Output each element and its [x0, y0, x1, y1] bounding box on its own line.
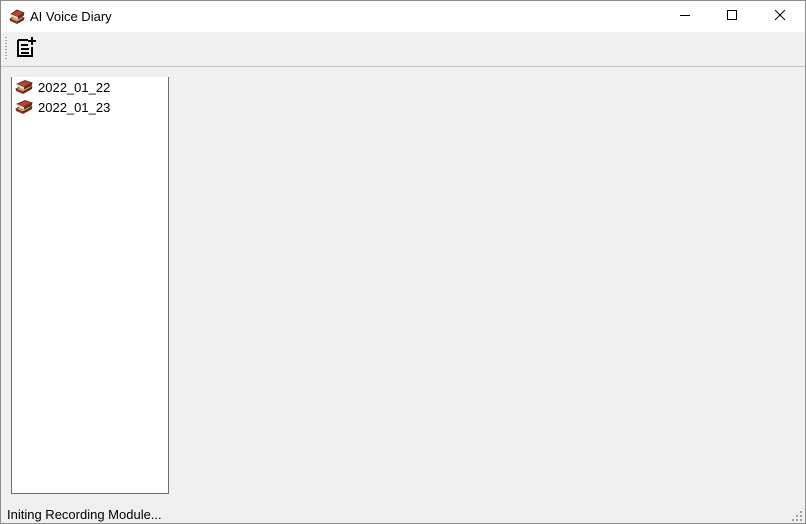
book-icon: [15, 79, 34, 96]
diary-list[interactable]: 2022_01_22 2022_01_23: [11, 77, 169, 494]
status-text: Initing Recording Module...: [7, 507, 162, 522]
maximize-button[interactable]: [709, 1, 755, 32]
status-bar: Initing Recording Module...: [1, 503, 805, 523]
list-item-label: 2022_01_22: [38, 80, 111, 95]
books-icon: [8, 8, 26, 26]
list-item[interactable]: 2022_01_22: [15, 78, 110, 97]
maximize-icon: [726, 8, 738, 26]
window-title: AI Voice Diary: [30, 9, 112, 24]
app-window: AI Voice Diary 2022_01_22 2022_01_23 Ini…: [0, 0, 806, 524]
toolbar: [1, 32, 805, 67]
new-note-icon: [16, 36, 38, 63]
list-item[interactable]: 2022_01_23: [15, 98, 110, 117]
minimize-icon: [679, 8, 691, 26]
close-button[interactable]: [757, 1, 803, 32]
list-item-label: 2022_01_23: [38, 100, 111, 115]
title-bar[interactable]: AI Voice Diary: [1, 1, 805, 32]
new-entry-button[interactable]: [13, 36, 41, 62]
close-icon: [774, 8, 786, 26]
book-icon: [15, 99, 34, 116]
minimize-button[interactable]: [662, 1, 708, 32]
toolbar-grip[interactable]: [5, 37, 7, 61]
resize-grip-icon[interactable]: [791, 509, 803, 521]
